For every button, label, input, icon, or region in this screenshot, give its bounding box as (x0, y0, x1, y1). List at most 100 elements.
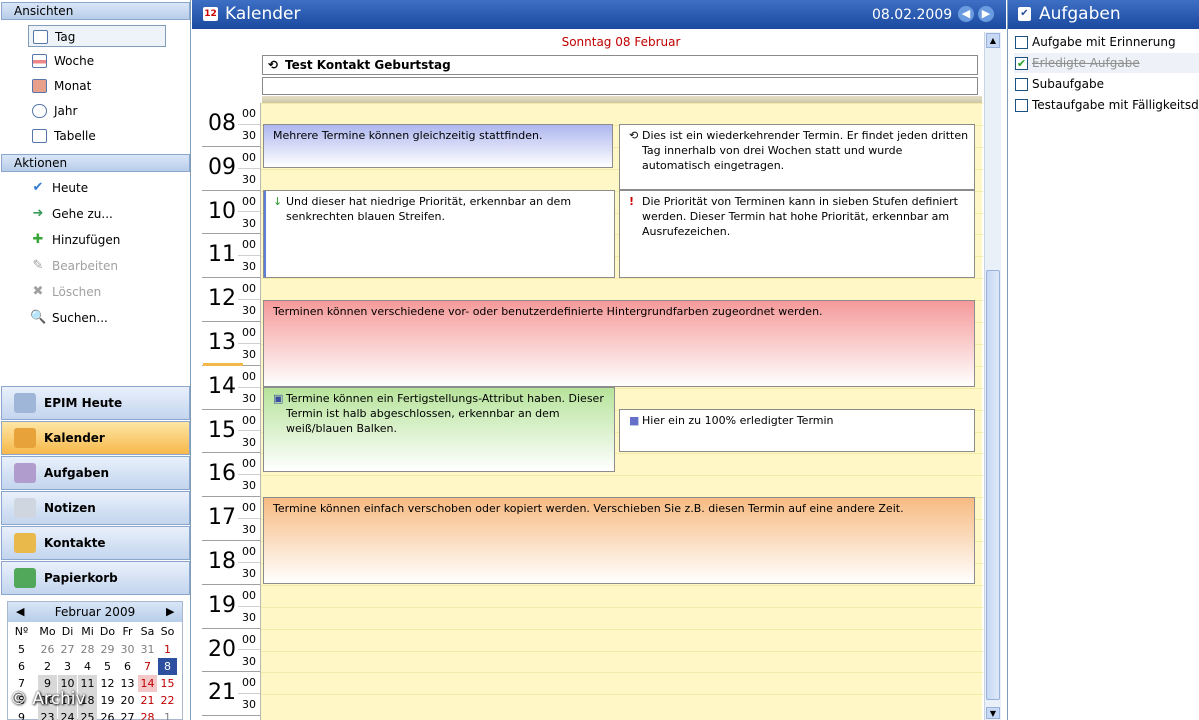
mini-weekday: Nº (14, 625, 29, 638)
check-calendar-icon: ✔ (32, 180, 44, 195)
action-item-3[interactable]: ✎ Bearbeiten (28, 255, 178, 277)
scroll-down-icon[interactable]: ▼ (986, 707, 1000, 719)
view-item-0[interactable]: Tag (28, 25, 166, 47)
calendar-event-3[interactable]: ! Die Priorität von Terminen kann in sieb… (619, 190, 975, 278)
nav-button-1[interactable]: Kalender (1, 421, 190, 455)
mini-week-number: 9 (18, 711, 25, 720)
mini-day[interactable]: 1 (158, 641, 177, 658)
nav-button-2[interactable]: Aufgaben (1, 456, 190, 490)
allday-event-label: Test Kontakt Geburtstag (285, 58, 451, 72)
mini-day[interactable]: 28 (138, 709, 157, 720)
action-item-1[interactable]: ➜ Gehe zu... (28, 203, 178, 225)
action-item-5[interactable]: 🔍 Suchen... (28, 307, 178, 329)
view-icon (33, 30, 48, 44)
checked-checkbox-icon[interactable]: ✔ (1015, 57, 1028, 70)
task-item-1[interactable]: ✔ Erledigte Aufgabe (1014, 53, 1199, 73)
high-priority-icon: ! (629, 195, 635, 208)
allday-separator (262, 96, 982, 103)
task-item-0[interactable]: Aufgabe mit Erinnerung (1014, 32, 1199, 52)
nav-icon (14, 393, 36, 413)
minute-label: 30 (238, 651, 260, 673)
nav-button-4[interactable]: Kontakte (1, 526, 190, 560)
mini-day[interactable]: 3 (58, 658, 77, 675)
mini-day[interactable]: 1 (158, 709, 177, 720)
view-item-3[interactable]: Jahr (28, 100, 166, 122)
mini-day[interactable]: 13 (118, 675, 137, 692)
mini-day[interactable]: 21 (138, 692, 157, 709)
mini-day[interactable]: 23 (38, 709, 57, 720)
mini-day[interactable]: 27 (58, 641, 77, 658)
mini-day[interactable]: 30 (118, 641, 137, 658)
view-item-2[interactable]: Monat (28, 75, 166, 97)
action-label: Suchen... (52, 311, 108, 325)
grid-line (261, 278, 983, 280)
task-label: Erledigte Aufgabe (1032, 56, 1140, 70)
nav-button-3[interactable]: Notizen (1, 491, 190, 525)
mini-day[interactable]: 14 (138, 675, 157, 692)
calendar-event-1[interactable]: ⟲ Dies ist ein wiederkehrender Termin. Er… (619, 124, 975, 190)
event-text: Hier ein zu 100% erledigter Termin (642, 414, 834, 427)
day-grid[interactable]: Mehrere Termine können gleichzeitig stat… (203, 103, 983, 720)
checkbox-icon[interactable] (1015, 99, 1028, 112)
mini-day[interactable]: 12 (98, 675, 117, 692)
mini-weekday: Fr (122, 625, 133, 638)
mini-day[interactable]: 5 (98, 658, 117, 675)
mini-day[interactable]: 15 (158, 675, 177, 692)
event-text: Und dieser hat niedrige Priorität, erken… (286, 195, 572, 223)
calendar-event-4[interactable]: Terminen können verschiedene vor- oder b… (263, 300, 975, 387)
minute-label: 30 (238, 563, 260, 585)
mini-day[interactable]: 2 (38, 658, 57, 675)
calendar-event-2[interactable]: ↓ Und dieser hat niedrige Priorität, erke… (263, 190, 615, 278)
next-day-button[interactable]: ▶ (978, 6, 994, 22)
scroll-up-icon[interactable]: ▲ (986, 33, 1000, 48)
action-item-2[interactable]: ✚ Hinzufügen (28, 229, 178, 251)
calendar-event-7[interactable]: Termine können einfach verschoben oder k… (263, 497, 975, 584)
task-item-3[interactable]: Testaufgabe mit Fälligkeitsda (1014, 95, 1199, 115)
minute-label: 00 (238, 453, 260, 476)
mini-day[interactable]: 22 (158, 692, 177, 709)
calendar-event-5[interactable]: ▣ Termine können ein Fertigstellungs-Attr… (263, 387, 615, 472)
checkbox-icon[interactable] (1015, 78, 1028, 91)
mini-week-number: 6 (18, 660, 25, 673)
nav-label: EPIM Heute (44, 396, 123, 410)
mini-day[interactable]: 4 (78, 658, 97, 675)
minute-label: 30 (238, 475, 260, 498)
event-text: Die Priorität von Terminen kann in siebe… (642, 195, 958, 238)
view-item-1[interactable]: Woche (28, 50, 166, 72)
nav-label: Papierkorb (44, 571, 118, 585)
prev-day-button[interactable]: ◀ (958, 6, 974, 22)
minute-label: 30 (238, 388, 260, 410)
calendar-icon: 12 (203, 7, 218, 21)
mini-day[interactable]: 20 (118, 692, 137, 709)
allday-empty-row[interactable] (262, 77, 978, 95)
action-item-0[interactable]: ✔ Heute (28, 177, 178, 199)
next-month-icon[interactable]: ▶ (166, 602, 174, 622)
scroll-thumb[interactable] (986, 270, 1000, 700)
mini-day[interactable]: 24 (58, 709, 77, 720)
mini-day[interactable]: 6 (118, 658, 137, 675)
task-item-2[interactable]: Subaufgabe (1014, 74, 1199, 94)
checkbox-icon[interactable] (1015, 36, 1028, 49)
allday-event[interactable]: ⟲ Test Kontakt Geburtstag (262, 55, 978, 75)
nav-button-0[interactable]: EPIM Heute (1, 386, 190, 420)
mini-day[interactable]: 19 (98, 692, 117, 709)
nav-label: Aufgaben (44, 466, 110, 480)
mini-day[interactable]: 28 (78, 641, 97, 658)
mini-day[interactable]: 27 (118, 709, 137, 720)
action-item-4[interactable]: ✖ Löschen (28, 281, 178, 303)
mini-day[interactable]: 8 (158, 658, 177, 675)
calendar-event-0[interactable]: Mehrere Termine können gleichzeitig stat… (263, 124, 613, 168)
mini-day[interactable]: 31 (138, 641, 157, 658)
mini-day[interactable]: 25 (78, 709, 97, 720)
view-item-4[interactable]: Tabelle (28, 125, 166, 147)
minute-label: 00 (238, 234, 260, 257)
calendar-event-6[interactable]: ■ Hier ein zu 100% erledigter Termin (619, 409, 975, 452)
vertical-scrollbar[interactable]: ▲ ▼ (984, 32, 1001, 720)
plus-icon: ✚ (32, 232, 44, 247)
mini-day[interactable]: 26 (98, 709, 117, 720)
nav-button-5[interactable]: Papierkorb (1, 561, 190, 595)
mini-day[interactable]: 26 (38, 641, 57, 658)
prev-month-icon[interactable]: ◀ (16, 602, 24, 622)
mini-day[interactable]: 29 (98, 641, 117, 658)
mini-day[interactable]: 7 (138, 658, 157, 675)
